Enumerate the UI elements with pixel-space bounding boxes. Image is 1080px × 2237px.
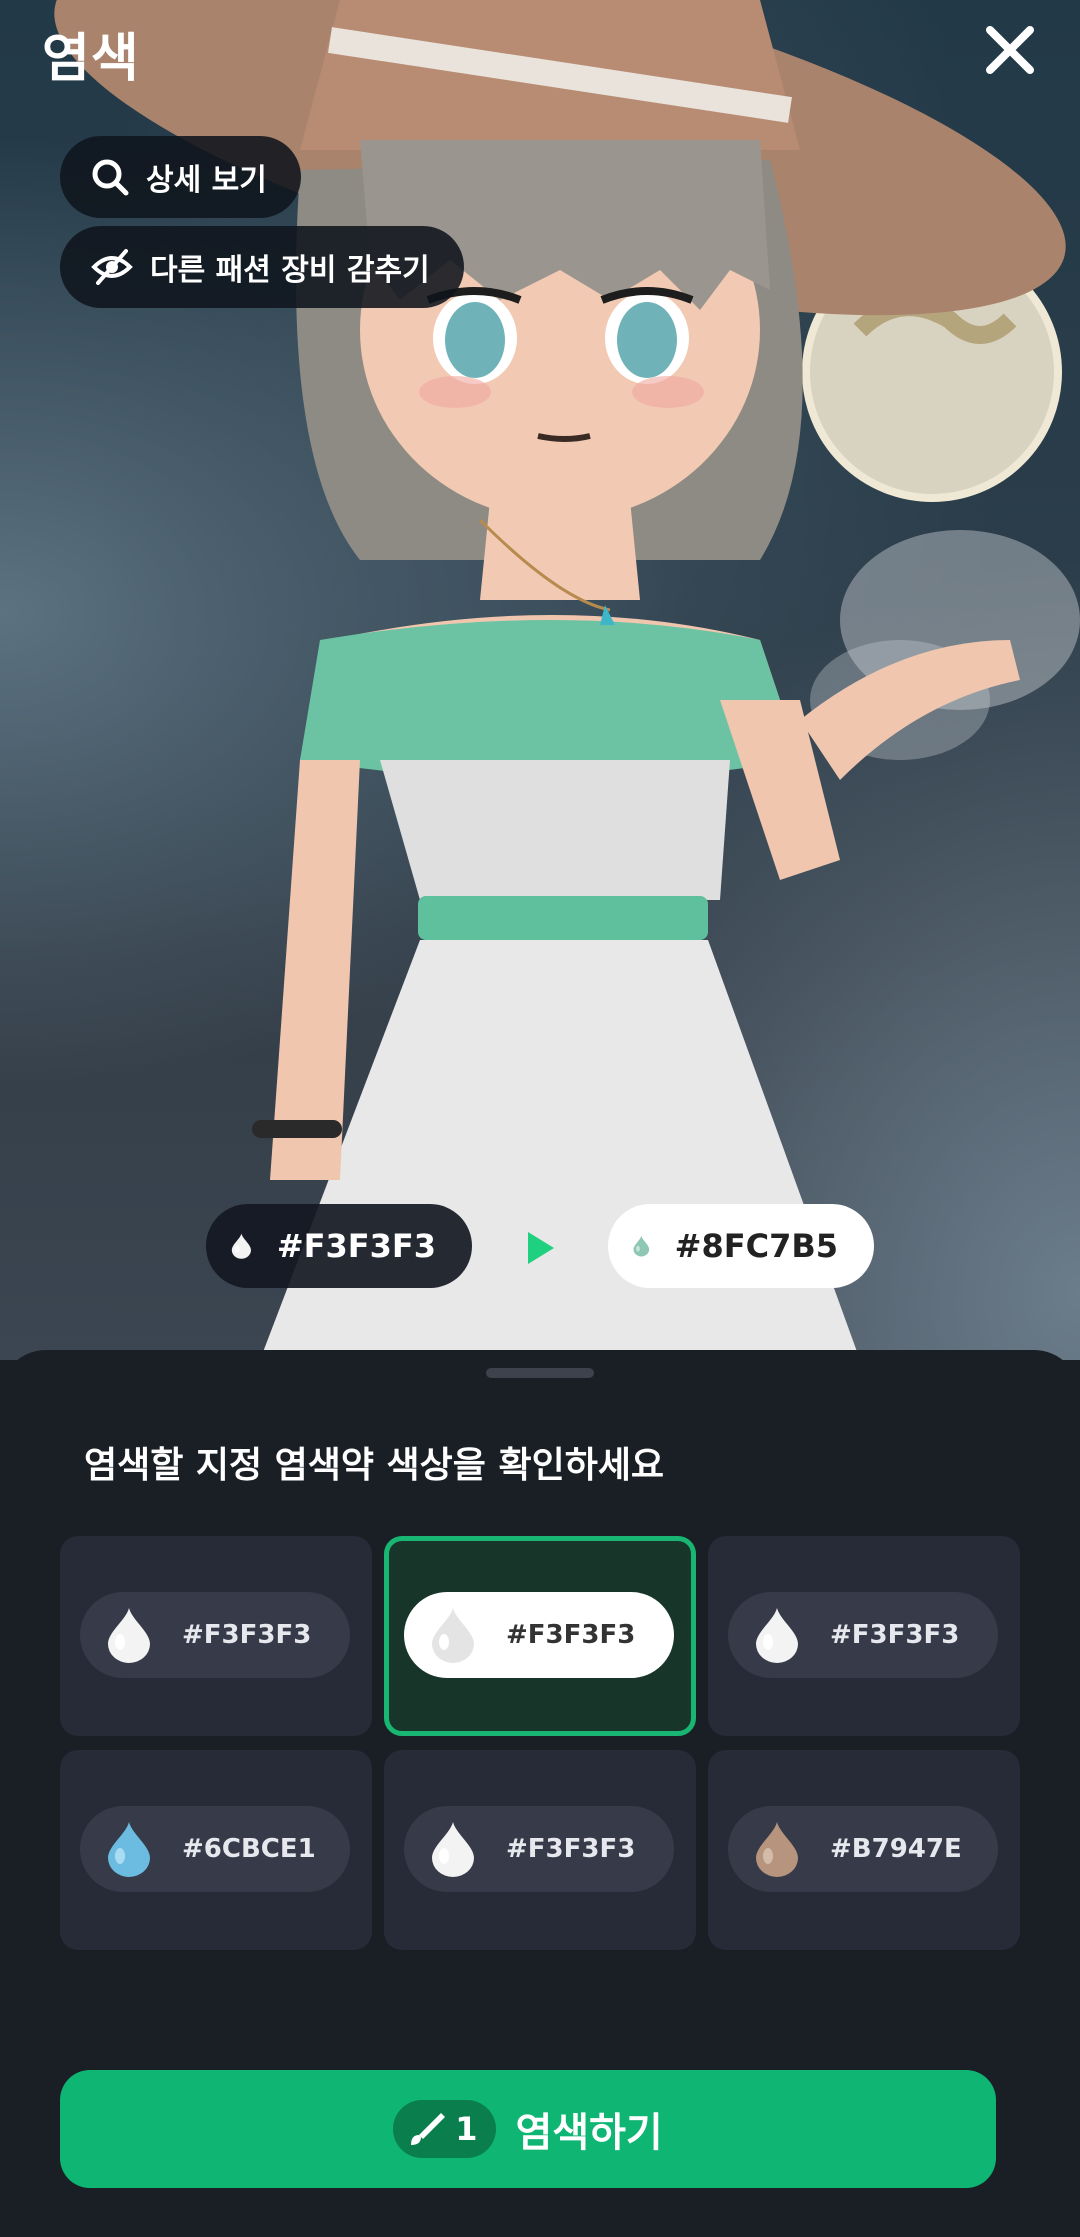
dye-drop-icon (108, 1822, 150, 1877)
dye-option-chip: #F3F3F3 (404, 1806, 674, 1892)
dye-option-chip: #6CBCE1 (80, 1806, 350, 1892)
sheet-drag-handle[interactable] (486, 1368, 594, 1378)
dye-option-card[interactable]: #F3F3F3 (384, 1750, 696, 1950)
dye-option-hex: #F3F3F3 (506, 1834, 636, 1864)
dye-option-chip: #F3F3F3 (80, 1592, 350, 1678)
dye-option-hex: #B7947E (830, 1834, 962, 1864)
close-icon[interactable] (980, 20, 1040, 80)
dye-item-count: 1 (455, 2110, 478, 2148)
target-color-hex: #8FC7B5 (674, 1227, 838, 1265)
dye-option-card[interactable]: #6CBCE1 (60, 1750, 372, 1950)
dye-option-hex: #F3F3F3 (830, 1620, 960, 1650)
dye-brush-icon (411, 2113, 446, 2145)
hide-fashion-label: 다른 패션 장비 감추기 (150, 253, 430, 288)
detail-view-button[interactable]: 상세 보기 (60, 136, 301, 218)
dye-option-card[interactable]: #F3F3F3 (60, 1536, 372, 1736)
dye-drop-icon (633, 1235, 650, 1257)
current-color-chip: #F3F3F3 (206, 1204, 472, 1288)
current-color-hex: #F3F3F3 (276, 1227, 436, 1265)
sheet-title: 염색할 지정 염색약 색상을 확인하세요 (84, 1445, 665, 1486)
dye-drop-icon (231, 1233, 251, 1259)
dye-option-card[interactable]: #F3F3F3 (708, 1536, 1020, 1736)
dye-option-chip: #F3F3F3 (728, 1592, 998, 1678)
dye-option-hex: #6CBCE1 (182, 1834, 316, 1864)
dye-drop-icon (756, 1608, 798, 1663)
dye-drop-icon (108, 1608, 150, 1663)
dye-item-count-badge: 1 (393, 2100, 496, 2158)
dye-drop-icon (756, 1822, 798, 1877)
dye-drop-icon (432, 1608, 474, 1663)
dye-option-chip: #B7947E (728, 1806, 998, 1892)
dye-button-label: 염색하기 (515, 2110, 663, 2156)
dye-option-card-selected[interactable]: #F3F3F3 (384, 1536, 696, 1736)
dye-option-hex: #F3F3F3 (506, 1620, 636, 1650)
dye-drop-icon (432, 1822, 474, 1877)
dye-button[interactable]: 1 염색하기 (60, 2070, 996, 2188)
hide-fashion-button[interactable]: 다른 패션 장비 감추기 (60, 226, 464, 308)
search-icon (92, 159, 129, 196)
detail-view-label: 상세 보기 (146, 163, 267, 198)
page-title: 염색 (42, 29, 140, 89)
eye-off-icon (91, 249, 133, 285)
dye-option-hex: #F3F3F3 (182, 1620, 312, 1650)
dye-option-card[interactable]: #B7947E (708, 1750, 1020, 1950)
character-preview: 염색 상세 보기 다른 패션 장비 감추기 #F3F3F3 #8FC7B5 (0, 0, 1080, 1360)
target-color-chip: #8FC7B5 (608, 1204, 874, 1288)
arrow-right-icon (528, 1232, 554, 1264)
dye-option-chip: #F3F3F3 (404, 1592, 674, 1678)
